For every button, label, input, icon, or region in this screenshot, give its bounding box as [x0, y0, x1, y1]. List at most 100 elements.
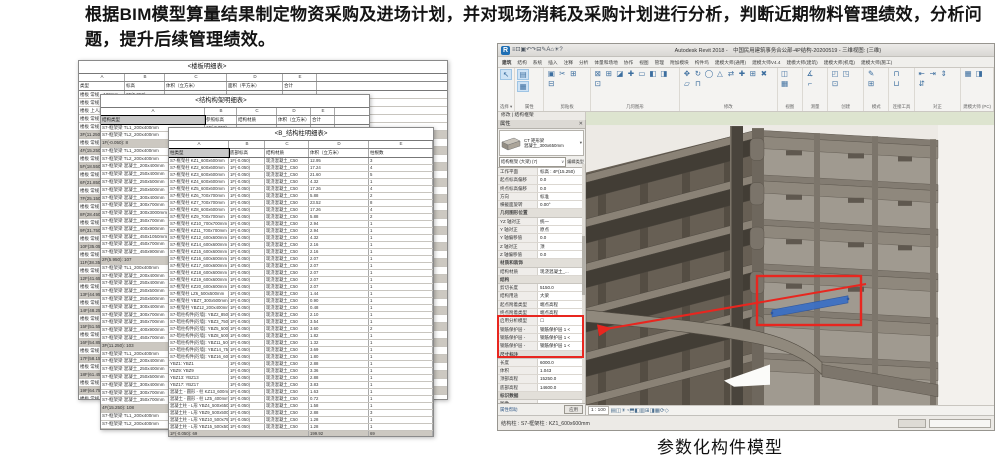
ribbon-tab[interactable]: 建模大师V4.4	[752, 58, 780, 67]
tool-icon[interactable]: ✂	[557, 69, 567, 78]
ribbon-tab[interactable]: 系统	[533, 58, 542, 67]
property-value[interactable]: 钢筋保护层 1 <	[538, 326, 585, 333]
close-icon[interactable]: ✕	[579, 120, 583, 128]
ribbon-tab[interactable]: 建筑	[502, 58, 511, 67]
property-value[interactable]: 标高 : 4F(15.250)	[538, 168, 585, 175]
type-preview[interactable]: CT 矩形梁 混凝土_300x650mm ▾	[499, 130, 584, 156]
tool-icon[interactable]: ✥	[682, 69, 692, 78]
worksets-widget[interactable]	[898, 419, 926, 428]
property-value[interactable]: 0.00°	[538, 201, 585, 208]
property-value[interactable]: 大梁	[538, 292, 585, 299]
tool-icon[interactable]: ▱	[682, 79, 692, 88]
tool-icon[interactable]: ◰	[830, 69, 840, 78]
tool-icon[interactable]: ◨	[974, 69, 984, 78]
tool-icon[interactable]: ▦	[780, 79, 790, 88]
ribbon-tab[interactable]: 协作	[624, 58, 633, 67]
ribbon-tab[interactable]: 管理	[655, 58, 664, 67]
property-value[interactable]: 0.0	[538, 234, 585, 241]
tool-icon[interactable]: ▦	[517, 81, 529, 92]
property-value[interactable]: 原点	[538, 226, 585, 233]
ribbon-tab[interactable]: 建模大师(机电)	[824, 58, 855, 67]
tool-icon[interactable]: ⇥	[928, 69, 938, 78]
property-value[interactable]: 0.0	[538, 176, 585, 183]
tool-icon[interactable]: ⊓	[891, 69, 901, 78]
property-section[interactable]: 结构	[498, 276, 585, 284]
ribbon-tab[interactable]: 建模大师(施工)	[861, 58, 892, 67]
ribbon-tab[interactable]: 体量和场地	[594, 58, 617, 67]
property-value[interactable]: 6000.0	[538, 359, 585, 366]
scale-button[interactable]: 1 : 100	[588, 406, 609, 415]
ribbon-tab[interactable]: 附加模块	[670, 58, 689, 67]
property-value[interactable]: 端点高程	[538, 309, 585, 316]
tool-icon[interactable]: ⇵	[917, 79, 927, 88]
scrollbar[interactable]	[582, 164, 585, 403]
tool-icon[interactable]: ◫	[780, 69, 790, 78]
property-section[interactable]: 尺寸标注	[498, 351, 585, 359]
tool-icon[interactable]: ∡	[805, 69, 815, 78]
tool-icon[interactable]: ✖	[759, 69, 769, 78]
ribbon-tab[interactable]: 建模大师(建筑)	[786, 58, 817, 67]
ribbon-tab[interactable]: 结构	[517, 58, 526, 67]
tool-icon[interactable]: ⊟	[546, 79, 556, 88]
property-value[interactable]: 顶	[538, 243, 585, 250]
property-value[interactable]: 标准	[538, 193, 585, 200]
property-section[interactable]: 标识数据	[498, 392, 585, 400]
tool-icon[interactable]: ⊡	[830, 79, 840, 88]
property-value[interactable]: 0.0	[538, 185, 585, 192]
tool-icon[interactable]: ↻	[693, 69, 703, 78]
apply-button[interactable]: 应用	[564, 405, 583, 414]
revit-logo-icon[interactable]: R	[501, 46, 510, 55]
property-value[interactable]: 14600.0	[538, 384, 585, 391]
tool-icon[interactable]: ⇕	[939, 69, 949, 78]
property-value[interactable]: 统一	[538, 218, 585, 225]
property-section[interactable]: 几何图形位置	[498, 209, 585, 217]
tool-icon[interactable]: ⊞	[568, 69, 578, 78]
tool-icon[interactable]: ⇄	[726, 69, 736, 78]
tool-icon[interactable]: ▭	[637, 69, 647, 78]
filter-widget[interactable]	[929, 419, 991, 428]
tool-icon[interactable]: ▣	[546, 69, 556, 78]
property-value[interactable]: 15250.0	[538, 375, 585, 382]
property-value[interactable]: 5150.0	[538, 284, 585, 291]
help-icon[interactable]: ?	[559, 47, 562, 53]
tool-icon[interactable]: ▦	[963, 69, 973, 78]
properties-help-link[interactable]: 属性帮助	[500, 407, 518, 413]
tool-icon[interactable]: ⊞	[748, 69, 758, 78]
tool-icon[interactable]: ✚	[737, 69, 747, 78]
property-value[interactable]: 1.043	[538, 367, 585, 374]
ribbon-tab[interactable]: 分析	[579, 58, 588, 67]
property-value[interactable]: 钢筋保护层 1 <	[538, 342, 585, 349]
property-value[interactable]: 钢筋保护层 1 <	[538, 334, 585, 341]
property-value[interactable]: 端点高程	[538, 301, 585, 308]
tool-icon[interactable]: ↖	[500, 69, 512, 80]
tool-icon[interactable]: ◳	[841, 69, 851, 78]
3d-view-canvas[interactable]: 1 : 100 ▤◫☀◔⬒◧▥⊞◨▦⟳◇	[586, 120, 994, 415]
tool-icon[interactable]: ⊡	[593, 79, 603, 88]
tool-icon[interactable]: ⌐	[805, 79, 815, 88]
property-section[interactable]: 材质和装饰	[498, 259, 585, 267]
tool-icon[interactable]: ◯	[704, 69, 714, 78]
tool-icon[interactable]: ⊠	[593, 69, 603, 78]
view-control-icon[interactable]: ◇	[665, 408, 669, 414]
tool-icon[interactable]: ✚	[626, 69, 636, 78]
ribbon-tab[interactable]: 建模大师(通用)	[715, 58, 746, 67]
property-value[interactable]: 现浇混凝土_...	[538, 268, 585, 275]
tool-icon[interactable]: ✎	[866, 69, 876, 78]
tool-icon[interactable]: △	[715, 69, 725, 78]
tool-icon[interactable]: ▤	[517, 69, 529, 80]
tool-icon[interactable]: ⇤	[917, 69, 927, 78]
tool-icon[interactable]: ◧	[648, 69, 658, 78]
property-value[interactable]: ☐	[538, 317, 585, 324]
ribbon-tab[interactable]: 注释	[564, 58, 573, 67]
tool-icon[interactable]: ◪	[615, 69, 625, 78]
property-value[interactable]: 0.0	[538, 251, 585, 258]
tool-icon[interactable]: ⊞	[604, 69, 614, 78]
tool-icon[interactable]: ⊔	[891, 79, 901, 88]
tool-icon[interactable]: ◨	[659, 69, 669, 78]
ribbon-tab[interactable]: 视图	[639, 58, 648, 67]
type-selector[interactable]: 结构框架 (大梁) (7) ∨	[499, 157, 566, 167]
tool-icon[interactable]: ⊓	[693, 79, 703, 88]
ribbon-tab[interactable]: 构件坞	[695, 58, 709, 67]
ribbon-tab[interactable]: 插入	[548, 58, 557, 67]
tool-icon[interactable]: ⊞	[866, 79, 876, 88]
